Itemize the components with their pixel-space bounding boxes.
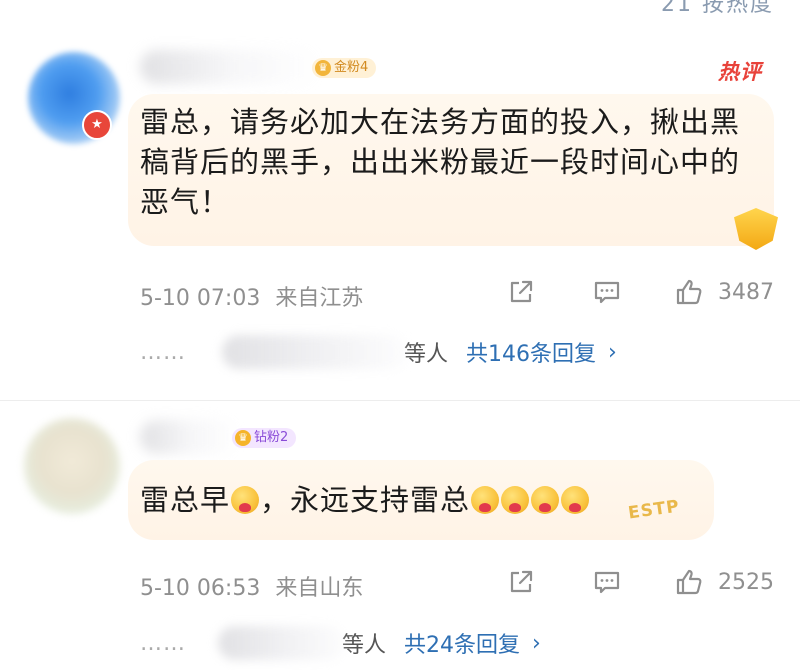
comment-item: ★ ♛ 金粉4 热评 雷总，请务必加大在法务方面的投入，揪出黑稿背后的黑手，出出… <box>0 30 800 400</box>
location: 来自江苏 <box>275 286 364 311</box>
heart-face-emoji-icon <box>501 486 530 514</box>
crown-icon: ♛ <box>315 60 331 76</box>
username-blurred[interactable] <box>140 50 320 84</box>
comment-item: ♛ 钻粉2 ESTP 雷总早 ，永远支持雷总 5-10 06:53 来自山东 25… <box>0 400 800 670</box>
share-icon[interactable] <box>506 567 536 597</box>
heart-face-emoji-icon <box>231 486 260 514</box>
hot-comment-tag: 热评 <box>718 60 762 84</box>
timestamp: 5-10 06:53 <box>140 576 261 601</box>
fan-level-badge: ♛ 钻粉2 <box>232 428 297 448</box>
sort-label[interactable]: 21 按热度 <box>661 0 774 18</box>
ellipsis: …… <box>140 630 186 656</box>
share-icon[interactable] <box>506 277 536 307</box>
comment-actions: 3487 <box>506 277 774 307</box>
username-blurred[interactable] <box>140 420 240 454</box>
verified-badge-icon: ★ <box>82 110 112 140</box>
view-replies-link[interactable]: 共24条回复 <box>404 627 520 659</box>
crown-icon: ♛ <box>235 430 251 446</box>
like-count: 2525 <box>718 569 774 595</box>
ellipsis: …… <box>140 339 186 365</box>
repliers-blurred <box>222 335 408 369</box>
comment-meta: 5-10 06:53 来自山东 <box>140 570 363 602</box>
thumbs-up-icon[interactable] <box>674 277 704 307</box>
like-count: 3487 <box>718 279 774 305</box>
location: 来自山东 <box>275 576 364 601</box>
comment-meta: 5-10 07:03 来自江苏 <box>140 280 363 312</box>
chevron-right-icon[interactable]: › <box>532 631 541 656</box>
timestamp: 5-10 07:03 <box>140 286 261 311</box>
thumbs-up-icon[interactable] <box>674 567 704 597</box>
repliers-blurred <box>218 626 346 660</box>
comment-text: 雷总，请务必加大在法务方面的投入，揪出黑稿背后的黑手，出出米粉最近一段时间心中的… <box>140 105 741 219</box>
chevron-right-icon[interactable]: › <box>608 340 617 365</box>
heart-face-emoji-icon <box>471 486 500 514</box>
replies-summary[interactable]: …… 等人 共24条回复 › <box>140 626 541 660</box>
comment-icon[interactable] <box>592 567 622 597</box>
replies-summary[interactable]: …… 等人 共146条回复 › <box>140 335 617 369</box>
view-replies-link[interactable]: 共146条回复 <box>466 336 596 368</box>
avatar[interactable] <box>24 418 120 514</box>
divider <box>0 400 800 401</box>
fan-level-badge: ♛ 金粉4 <box>312 58 377 78</box>
love-face-emoji-icon <box>561 486 590 514</box>
comment-icon[interactable] <box>592 277 622 307</box>
comment-actions: 2525 <box>506 567 774 597</box>
heart-face-emoji-icon <box>531 486 560 514</box>
comment-text: 雷总早 ，永远支持雷总 <box>140 480 590 520</box>
